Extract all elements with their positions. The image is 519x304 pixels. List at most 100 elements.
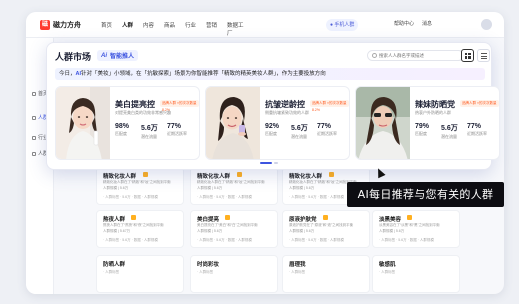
crowd-card-desc: 熬夜人群在了“熬夜”和“夜”之间找到平衡 — [103, 223, 164, 227]
grid-view-button[interactable] — [461, 49, 474, 62]
card-badge: 品牌人群 ×的次次数量 8.2% — [310, 100, 349, 112]
avatar[interactable] — [481, 19, 492, 30]
crowd-card[interactable]: 熬夜人群 熬夜人群在了“熬夜”和“夜”之间找到平衡 人群规模 | 5.67万 ·… — [96, 210, 184, 248]
ai-banner: 今日，AI针对「美妆」小领域，在「抗敏探索」场景为你智能推荐「精致的精英美妆人群… — [55, 68, 485, 80]
crowd-card-title: 淡黑美容 — [379, 217, 402, 223]
pager-dot[interactable] — [274, 162, 278, 164]
list-view-button[interactable] — [477, 49, 490, 62]
search-icon — [372, 53, 377, 58]
crowd-card-meta: · 人群标签 · 5.6万 · 数据 · 人群规模 — [197, 238, 252, 242]
crowd-card-size: 人群规模 | 5.67万 — [103, 229, 131, 233]
main-nav: 首页 人群 内容 商品 行业 营销 数据工厂 — [101, 21, 248, 37]
crowd-card-title: 熬夜人群 — [103, 217, 126, 223]
ai-icon: Ai — [101, 52, 107, 59]
crowd-card-meta: · 人群标签 — [197, 270, 214, 274]
crowd-card-meta: · 人群标签 · 5.6万 · 数据 · 人群规模 — [197, 195, 252, 199]
card-stat: 98% 匹配度 — [115, 123, 130, 136]
list-icon — [480, 52, 487, 59]
card-name: 美白提亮控 — [115, 100, 155, 109]
crowd-card[interactable]: 时尚彩妆 · 人群标签 — [190, 255, 278, 293]
card-desc: 侧重抗皱紧致功效的人群 — [265, 110, 309, 115]
crowd-card-desc: 精致化妆人群在了“精致”和“妆”之间找到平衡 — [103, 180, 171, 184]
crowd-card[interactable]: 防晒人群 · 人群标签 — [96, 255, 184, 293]
crowd-card[interactable]: 淡黑美容 淡黑美容在了“淡黑”和“黑”之间找到平衡 人群规模 | 5.6万 · … — [372, 210, 460, 248]
search-box[interactable] — [367, 50, 464, 61]
card-stat: 92% 匹配度 — [265, 123, 280, 136]
hot-icon — [131, 215, 136, 220]
card-stat: 5.6万 潜在流量 — [291, 125, 308, 139]
nav-marketing[interactable]: 营销 — [206, 21, 227, 37]
crowd-icon — [32, 151, 36, 156]
crowd-icon — [32, 115, 36, 120]
hot-icon — [237, 172, 242, 177]
crowd-card-desc: 原液护肤党在了“原液”和“液”之间找到平衡 — [289, 223, 354, 227]
nav-industry[interactable]: 行业 — [185, 21, 206, 37]
nav-product[interactable]: 商品 — [164, 21, 185, 37]
card-name: 辣妹防晒党 — [415, 100, 455, 109]
crowd-card-meta: · 人群标签 · 5.6万 · 数据 · 人群规模 — [289, 238, 344, 242]
crowd-card-desc: 淡黑美容在了“淡黑”和“黑”之间找到平衡 — [379, 223, 440, 227]
crowd-card-size: 人群规模 | 5.6万 — [289, 186, 315, 190]
model-photo — [56, 87, 110, 159]
crowd-card[interactable]: 精致化妆人群 精致化妆人群在了“精致”和“妆”之间找到平衡 人群规模 | 5.6… — [96, 167, 184, 205]
help-link[interactable]: 帮助中心 — [394, 20, 414, 27]
crowd-card-desc: 精致化妆人群在了“精致”和“妆”之间找到平衡 — [197, 180, 265, 184]
crowd-card-title: 眉理我 — [289, 262, 306, 268]
search-input[interactable] — [379, 53, 461, 58]
crowd-card[interactable]: 美白提亮 美白提亮在了“美白”和“白”之间找到平衡 人群规模 | 5.6万 · … — [190, 210, 278, 248]
card-stat: 77% 近期活跃率 — [317, 123, 337, 136]
top-nav: 磁 磁力方舟 首页 人群 内容 商品 行业 营销 数据工厂 ● 手机人群 帮助中… — [26, 12, 504, 38]
messages-link[interactable]: 消息 — [422, 20, 432, 27]
logo[interactable]: 磁 磁力方舟 — [40, 20, 81, 30]
ai-recommend-tag[interactable]: Ai 智能推人 — [97, 50, 139, 61]
crowd-market-panel: 人群市场 Ai 智能推人 今日，AI针对「美妆」小领域，在「抗敏探索」场景为你智… — [46, 42, 500, 170]
crowd-card-title: 精致化妆人群 — [103, 174, 137, 180]
nav-home[interactable]: 首页 — [101, 21, 122, 37]
hot-icon — [143, 172, 148, 177]
page-title: 人群市场 — [55, 52, 92, 62]
crowd-card-title: 精致化妆人群 — [197, 174, 231, 180]
card-stat: 79% 匹配度 — [415, 123, 430, 136]
card-stat: 77% 近期活跃率 — [167, 123, 187, 136]
nav-crowd[interactable]: 人群 — [122, 21, 143, 37]
nav-data-factory[interactable]: 数据工厂 — [227, 21, 248, 37]
hot-icon — [323, 215, 328, 220]
crowd-card-size: 人群规模 | 5.6万 — [103, 186, 129, 190]
crowd-card[interactable]: 敏感肌 · 人群标签 — [372, 255, 460, 293]
crowd-card[interactable]: 原液护肤党 原液护肤党在了“原液”和“液”之间找到平衡 人群规模 | 5.6万 … — [282, 210, 370, 248]
crowd-card-title: 精致化妆人群 — [289, 174, 323, 180]
crowd-card[interactable]: 精致化妆人群 精致化妆人群在了“精致”和“妆”之间找到平衡 人群规模 | 5.6… — [190, 167, 278, 205]
banner-prefix: 今日， — [59, 71, 76, 77]
card-name: 抗皱逆龄控 — [265, 100, 305, 109]
ai-tag-label: 智能推人 — [110, 54, 135, 60]
recommend-card[interactable]: 抗皱逆龄控 品牌人群 ×的次次数量 8.2% 侧重抗皱紧致功效的人群 92% 匹配… — [205, 86, 350, 160]
home-icon — [32, 91, 36, 96]
recommend-card[interactable]: 辣妹防晒党 品牌人群 ×的次次数量 热衷户外防晒的人群 79% 匹配度 5.6万潜… — [355, 86, 500, 160]
nav-content[interactable]: 内容 — [143, 21, 164, 37]
crowd-card-title: 时尚彩妆 — [197, 262, 220, 268]
account-switcher[interactable]: ● 手机人群 — [326, 19, 359, 31]
hot-icon — [329, 172, 334, 177]
crowd-card-size: 人群规模 | 5.6万 — [379, 229, 405, 233]
crowd-card-meta: · 人群标签 · 5.6万 · 数据 · 人群规模 — [289, 195, 344, 199]
crowd-card-meta: · 人群标签 — [103, 270, 120, 274]
crowd-card-size: 人群规模 | 5.6万 — [197, 229, 223, 233]
card-stat: 5.6万 潜在流量 — [441, 125, 458, 139]
card-desc: 热衷户外防晒的人群 — [415, 110, 451, 115]
crowd-card-meta: · 人群标签 — [289, 270, 306, 274]
crowd-card-title: 防晒人群 — [103, 262, 126, 268]
card-badge: 品牌人群 ×的次次数量 8.2% — [160, 100, 199, 112]
hot-icon — [407, 215, 412, 220]
logo-text: 磁力方舟 — [53, 22, 81, 29]
crowd-card-meta: · 人群标签 · 5.6万 · 数据 · 人群规模 — [379, 238, 434, 242]
pager-dot-active[interactable] — [260, 162, 272, 164]
crowd-card-meta: · 人群标签 — [379, 270, 396, 274]
crowd-card-meta: · 人群标签 · 5.6万 · 数据 · 人群规模 — [103, 238, 158, 242]
crowd-card[interactable]: 眉理我 · 人群标签 — [282, 255, 370, 293]
card-stat: 77% 近期活跃率 — [467, 123, 487, 136]
banner-text: 针对「美妆」小领域，在「抗敏探索」场景为你智能推荐「精致的精英美妆人群」，作为主… — [81, 71, 326, 77]
recommend-card[interactable]: 美白提亮控 品牌人群 ×的次次数量 8.2% 对提亮美白类的功效非常感兴趣 98… — [55, 86, 200, 160]
crowd-card-desc: 美白提亮在了“美白”和“白”之间找到平衡 — [197, 223, 258, 227]
crowd-card-title: 美白提亮 — [197, 217, 220, 223]
model-photo — [356, 87, 410, 159]
